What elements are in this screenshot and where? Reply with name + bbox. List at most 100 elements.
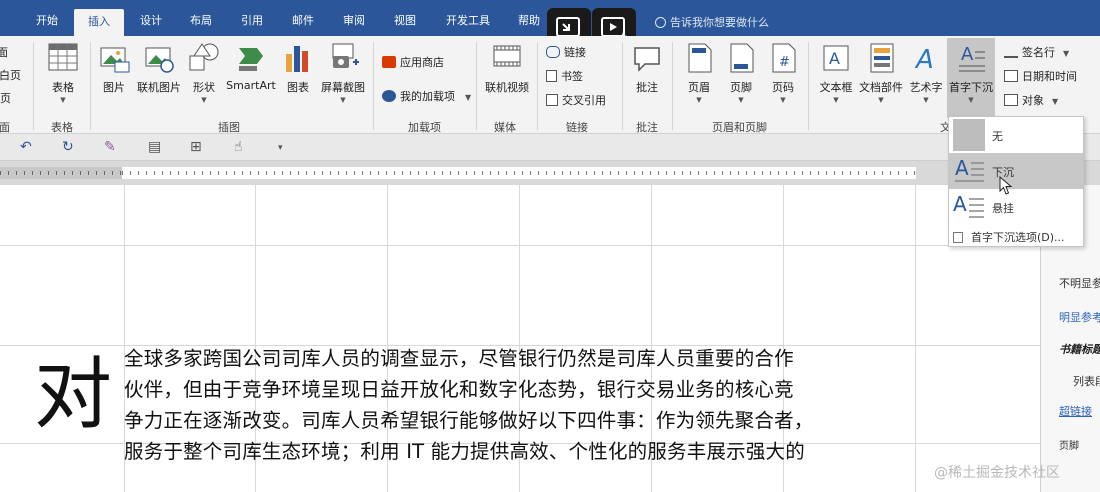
screenshot-button[interactable]: 屏幕截图 ▼ xyxy=(318,42,368,104)
tab-design[interactable]: 设计 xyxy=(126,8,176,36)
picture-icon xyxy=(100,47,130,73)
comment-button[interactable]: 批注 xyxy=(628,42,666,95)
document-page[interactable]: 对 全球多家跨国公司司库人员的调查显示，尽管银行仍然是司库人员重要的合作 伙伴，… xyxy=(0,185,1040,492)
screenshot-icon xyxy=(332,43,359,68)
blank-page-button[interactable]: 空白页 xyxy=(0,67,21,83)
addins-icon xyxy=(382,90,396,102)
separator xyxy=(373,42,374,130)
online-picture-button[interactable]: 联机图片 xyxy=(136,42,182,95)
quick-parts-button[interactable]: 文档部件 ▼ xyxy=(858,42,904,104)
chevron-down-icon: ▼ xyxy=(780,96,786,104)
shapes-button[interactable]: 形状 ▼ xyxy=(186,42,222,104)
svg-text:A: A xyxy=(955,156,969,180)
quick-parts-icon xyxy=(870,43,894,73)
dropcap-none-item[interactable]: 无 xyxy=(949,117,1083,153)
smartart-button[interactable]: SmartArt xyxy=(226,42,276,92)
object-button[interactable]: 对象 ▼ xyxy=(1004,92,1058,108)
dropcap-options-item[interactable]: 首字下沉选项(D)... xyxy=(953,229,1065,245)
tab-view[interactable]: 视图 xyxy=(380,8,430,36)
cover-page-button[interactable]: 封面 xyxy=(0,44,8,60)
cross-reference-button[interactable]: 交叉引用 xyxy=(546,92,606,108)
tab-layout[interactable]: 布局 xyxy=(176,8,226,36)
dropcap-margin-icon: A xyxy=(953,192,984,218)
film-icon xyxy=(493,45,521,67)
text-line: 全球多家跨国公司司库人员的调查显示，尽管银行仍然是司库人员重要的合作 xyxy=(124,347,794,370)
text-line: 服务于整个司库生态环境；利用 IT 能力提供高效、个性化的服务丰展示强大的 xyxy=(124,440,805,463)
group-label-illustrations: 插图 xyxy=(218,121,240,134)
dropcap-dropped-item[interactable]: A 下沉 xyxy=(949,153,1083,189)
chart-button[interactable]: 图表 xyxy=(280,42,316,95)
svg-text:#: # xyxy=(779,55,790,70)
style-item[interactable]: 不明显参考 xyxy=(1059,275,1100,291)
page-break-button[interactable]: 分页 xyxy=(0,90,11,106)
text-line: 伙伴，但由于竞争环境呈现日益开放化和数字化态势，银行交易业务的核心竞 xyxy=(124,378,794,401)
group-label-addins: 加载项 xyxy=(408,121,441,134)
style-item[interactable]: 超链接 xyxy=(1059,403,1092,419)
separator xyxy=(808,42,809,130)
svg-text:A: A xyxy=(914,45,934,74)
body-paragraph[interactable]: 全球多家跨国公司司库人员的调查显示，尽管银行仍然是司库人员重要的合作 伙伴，但由… xyxy=(124,343,916,467)
table-icon xyxy=(48,43,78,71)
customize-chevron-icon[interactable]: ▾ xyxy=(278,143,283,153)
bookmark-button[interactable]: 书签 xyxy=(546,68,583,84)
quick-access-toolbar: ↶ ↻ ✎ ▤ ⊞ ☝ ▾ xyxy=(0,134,1100,161)
tab-mailings[interactable]: 邮件 xyxy=(278,8,328,36)
page-number-icon: # xyxy=(772,43,796,73)
date-time-button[interactable]: 日期和时间 xyxy=(1004,68,1077,84)
style-item[interactable]: 列表段落 xyxy=(1073,373,1100,389)
wordart-icon: A xyxy=(914,45,934,75)
style-item[interactable]: 页脚 xyxy=(1059,437,1079,452)
link-button[interactable]: 链接 xyxy=(546,44,586,60)
svg-text:A: A xyxy=(953,192,967,216)
tab-home[interactable]: 开始 xyxy=(22,8,72,36)
ribbon: 封面 空白页 分页 页面 表格 ▼ 表格 图片 联机图片 形状 ▼ SmartA… xyxy=(0,36,1100,134)
signature-icon xyxy=(1004,46,1018,58)
header-icon xyxy=(688,43,712,73)
chevron-down-icon: ▼ xyxy=(340,96,346,104)
online-picture-icon xyxy=(145,47,174,73)
horizontal-ruler[interactable] xyxy=(0,161,1100,185)
online-video-button[interactable]: 联机视频 xyxy=(482,42,532,95)
table-grid-icon[interactable]: ⊞ xyxy=(190,139,202,155)
search-icon xyxy=(655,17,666,28)
ruler-margin xyxy=(0,167,122,179)
my-addins-button[interactable]: 我的加载项 ▼ xyxy=(382,88,471,104)
drop-cap-character[interactable]: 对 xyxy=(34,350,112,440)
dropcap-margin-item[interactable]: A 悬挂 xyxy=(949,189,1083,225)
store-button[interactable]: 应用商店 xyxy=(382,54,444,70)
tab-developer[interactable]: 开发工具 xyxy=(436,8,500,36)
chart-icon xyxy=(286,46,308,72)
group-label-pages: 页面 xyxy=(0,121,10,134)
redo-icon[interactable]: ↻ xyxy=(62,139,74,155)
touch-mode-icon[interactable]: ☝ xyxy=(234,139,243,155)
picture-button[interactable]: 图片 xyxy=(96,42,132,95)
tab-references[interactable]: 引用 xyxy=(227,8,277,36)
chevron-down-icon: ▼ xyxy=(968,96,974,104)
chevron-down-icon: ▼ xyxy=(1052,97,1059,106)
footer-button[interactable]: 页脚 ▼ xyxy=(722,42,760,104)
gridline xyxy=(0,245,1040,246)
bookmark-icon xyxy=(546,70,557,82)
table-button[interactable]: 表格 ▼ xyxy=(40,42,86,104)
tell-me-box[interactable]: 告诉我你想要做什么 xyxy=(655,14,769,30)
format-painter-icon[interactable]: ✎ xyxy=(104,139,116,155)
page-number-button[interactable]: # 页码 ▼ xyxy=(764,42,802,104)
header-button[interactable]: 页眉 ▼ xyxy=(680,42,718,104)
chevron-down-icon: ▼ xyxy=(878,96,884,104)
dropcap-button[interactable]: A 首字下沉 ▼ xyxy=(947,38,995,118)
signature-line-button[interactable]: 签名行 ▼ xyxy=(1004,44,1069,60)
style-item[interactable]: 明显参考 xyxy=(1059,309,1100,325)
wordart-button[interactable]: A 艺术字 ▼ xyxy=(906,42,946,104)
textbox-button[interactable]: A 文本框 ▼ xyxy=(814,42,858,104)
tab-insert[interactable]: 插入 xyxy=(74,9,124,36)
store-icon xyxy=(382,56,396,68)
document-icon[interactable]: ▤ xyxy=(148,139,161,155)
textbox-icon: A xyxy=(823,45,849,71)
undo-icon[interactable]: ↶ xyxy=(20,139,32,155)
ruler-text-area xyxy=(122,167,916,179)
separator xyxy=(537,42,538,130)
chevron-down-icon: ▼ xyxy=(60,96,66,104)
tab-review[interactable]: 审阅 xyxy=(329,8,379,36)
style-item[interactable]: 书籍标题 xyxy=(1059,341,1100,357)
text-line: 争力正在逐渐改变。司库人员希望银行能够做好以下四件事：作为领先聚合者， xyxy=(124,409,814,432)
